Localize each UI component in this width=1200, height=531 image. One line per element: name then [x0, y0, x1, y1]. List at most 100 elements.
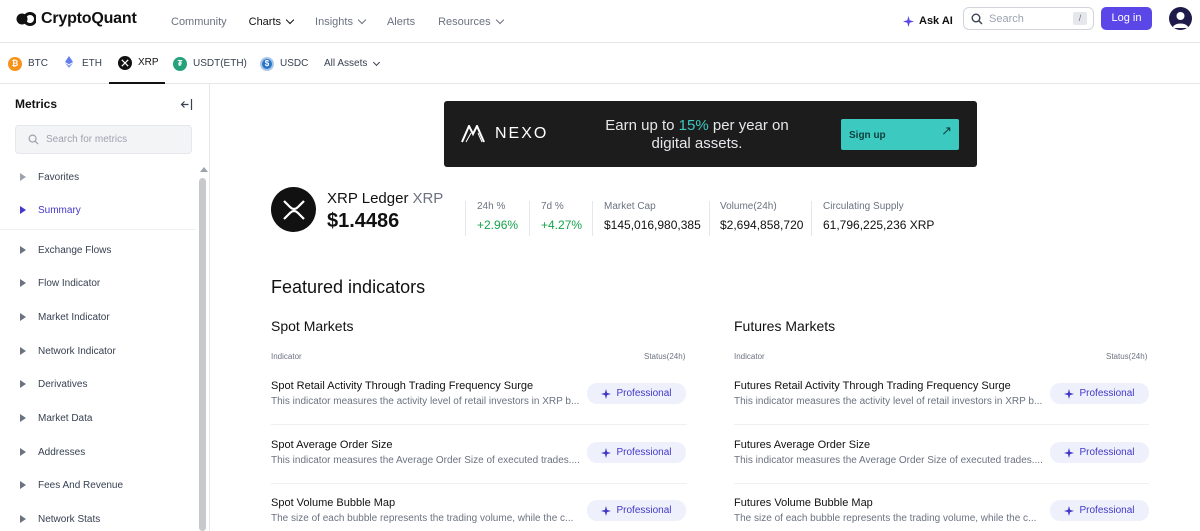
nav-charts[interactable]: Charts: [248, 15, 295, 28]
sparkle-icon: [601, 505, 612, 516]
brand-logo[interactable]: CryptoQuant: [16, 9, 137, 29]
stat-label: 24h %: [477, 201, 506, 212]
sparkle-icon: [601, 388, 612, 399]
asset-tab-label: XRP: [138, 57, 159, 68]
spot-row-description: This indicator measures the activity lev…: [271, 396, 580, 407]
sidebar-scrollbar[interactable]: [198, 164, 208, 531]
caret-right-icon: [20, 380, 26, 388]
sidebar-item-fees-and-revenue[interactable]: Fees And Revenue: [20, 478, 123, 492]
all-assets-dropdown[interactable]: All Assets: [324, 43, 381, 84]
search-shortcut-key: /: [1073, 12, 1087, 25]
professional-badge[interactable]: Professional: [1050, 383, 1149, 404]
professional-badge[interactable]: Professional: [1050, 442, 1149, 463]
stat-label: 7d %: [541, 201, 564, 212]
professional-badge[interactable]: Professional: [587, 383, 686, 404]
sidebar-item-market-data[interactable]: Market Data: [20, 411, 92, 425]
badge-label: Professional: [616, 388, 672, 399]
nexo-ad-banner[interactable]: NEXO Earn up to 15% per year on digital …: [444, 101, 977, 167]
professional-badge[interactable]: Professional: [587, 442, 686, 463]
spot-markets-title: Spot Markets: [271, 318, 354, 334]
spot-col-status: Status(24h): [644, 352, 686, 361]
spot-row-title[interactable]: Spot Volume Bubble Map: [271, 497, 395, 509]
sidebar-item-network-stats[interactable]: Network Stats: [20, 512, 100, 526]
spot-row-title[interactable]: Spot Average Order Size: [271, 439, 392, 451]
scrollbar-thumb[interactable]: [199, 178, 206, 531]
collapse-sidebar-icon[interactable]: [180, 98, 193, 111]
asset-tab-btc[interactable]: ₿ BTC: [8, 43, 48, 84]
sidebar-item-label: Flow Indicator: [38, 277, 101, 289]
sidebar-item-label: Summary: [38, 204, 81, 216]
nav-insights[interactable]: Insights: [315, 16, 367, 28]
futures-row-title[interactable]: Futures Retail Activity Through Trading …: [734, 380, 1011, 392]
stat-24h-change: 24h % +2.96%: [477, 201, 518, 232]
futures-row-title[interactable]: Futures Average Order Size: [734, 439, 870, 451]
badge-label: Professional: [1079, 447, 1135, 458]
sparkle-icon: [1064, 505, 1075, 516]
futures-markets-title: Futures Markets: [734, 318, 836, 334]
futures-row-title[interactable]: Futures Volume Bubble Map: [734, 497, 873, 509]
nexo-logo: NEXO: [461, 125, 548, 143]
futures-row-description: This indicator measures the activity lev…: [734, 396, 1043, 407]
badge-label: Professional: [616, 447, 672, 458]
sidebar-item-flow-indicator[interactable]: Flow Indicator: [20, 276, 100, 290]
chevron-down-icon: [285, 15, 295, 25]
stat-7d-change: 7d % +4.27%: [541, 201, 582, 232]
stat-market-cap: Market Cap $145,016,980,385: [604, 201, 701, 232]
caret-right-icon: [20, 414, 26, 422]
spot-row-title[interactable]: Spot Retail Activity Through Trading Fre…: [271, 380, 533, 392]
caret-right-icon: [20, 246, 26, 254]
sidebar-item-label: Market Indicator: [38, 311, 110, 323]
caret-right-icon: [20, 313, 26, 321]
coin-symbol: XRP: [412, 190, 444, 207]
global-search-input[interactable]: Search /: [963, 7, 1094, 30]
ask-ai-button[interactable]: Ask AI: [903, 11, 953, 31]
asset-tab-usdt[interactable]: ₮ USDT(ETH): [173, 43, 247, 84]
asset-tab-usdc[interactable]: $ USDC: [260, 43, 308, 84]
stat-divider: [592, 201, 593, 236]
nav-charts-label: Charts: [248, 15, 282, 28]
scroll-up-icon[interactable]: [200, 167, 208, 172]
nav-resources[interactable]: Resources: [438, 16, 504, 28]
professional-badge[interactable]: Professional: [587, 500, 686, 521]
caret-right-icon: [20, 448, 26, 456]
caret-right-icon: [20, 347, 26, 355]
row-divider: [734, 483, 1149, 484]
global-search-placeholder: Search: [989, 12, 1024, 25]
nav-alerts[interactable]: Alerts: [387, 16, 415, 28]
stat-value: $145,016,980,385: [604, 218, 701, 232]
sidebar-item-label: Network Indicator: [38, 345, 116, 357]
stat-label: Circulating Supply: [823, 201, 904, 212]
asset-tab-xrp[interactable]: XRP: [109, 43, 165, 84]
sidebar-item-label: Favorites: [38, 171, 80, 183]
ethereum-icon: [62, 55, 76, 72]
sidebar-item-network-indicator[interactable]: Network Indicator: [20, 344, 116, 358]
sidebar-item-summary[interactable]: Summary: [20, 203, 81, 217]
sparkle-icon: [903, 15, 914, 27]
coin-price: $1.4486: [327, 210, 400, 232]
login-button[interactable]: Log in: [1101, 7, 1152, 30]
badge-label: Professional: [1079, 388, 1135, 399]
featured-indicators-title: Featured indicators: [271, 277, 426, 297]
cryptoquant-logo-icon: [16, 11, 37, 27]
asset-tab-label: All Assets: [324, 58, 368, 69]
sidebar-item-favorites[interactable]: Favorites: [20, 170, 79, 184]
sidebar-item-derivatives[interactable]: Derivatives: [20, 377, 87, 391]
sidebar-item-exchange-flows[interactable]: Exchange Flows: [20, 243, 111, 257]
asset-tab-eth[interactable]: ETH: [62, 43, 102, 84]
stat-value: +2.96%: [477, 218, 519, 232]
nav-community[interactable]: Community: [171, 16, 227, 28]
banner-text-before: Earn up to: [605, 117, 679, 134]
sidebar-item-label: Derivatives: [38, 378, 88, 390]
ask-ai-label: Ask AI: [919, 15, 953, 27]
metrics-search-input[interactable]: Search for metrics: [15, 125, 192, 154]
sidebar-item-addresses[interactable]: Addresses: [20, 445, 85, 459]
tether-icon: ₮: [173, 56, 187, 71]
sidebar-item-market-indicator[interactable]: Market Indicator: [20, 310, 110, 324]
professional-badge[interactable]: Professional: [1050, 500, 1149, 521]
spot-row-description: The size of each bubble represents the t…: [271, 513, 574, 524]
banner-signup-button[interactable]: Sign up ↗: [841, 119, 959, 150]
sidebar-item-label: Addresses: [38, 446, 86, 458]
chevron-down-icon: [373, 58, 381, 66]
user-avatar-icon[interactable]: [1169, 7, 1192, 30]
sparkle-icon: [1064, 388, 1075, 399]
